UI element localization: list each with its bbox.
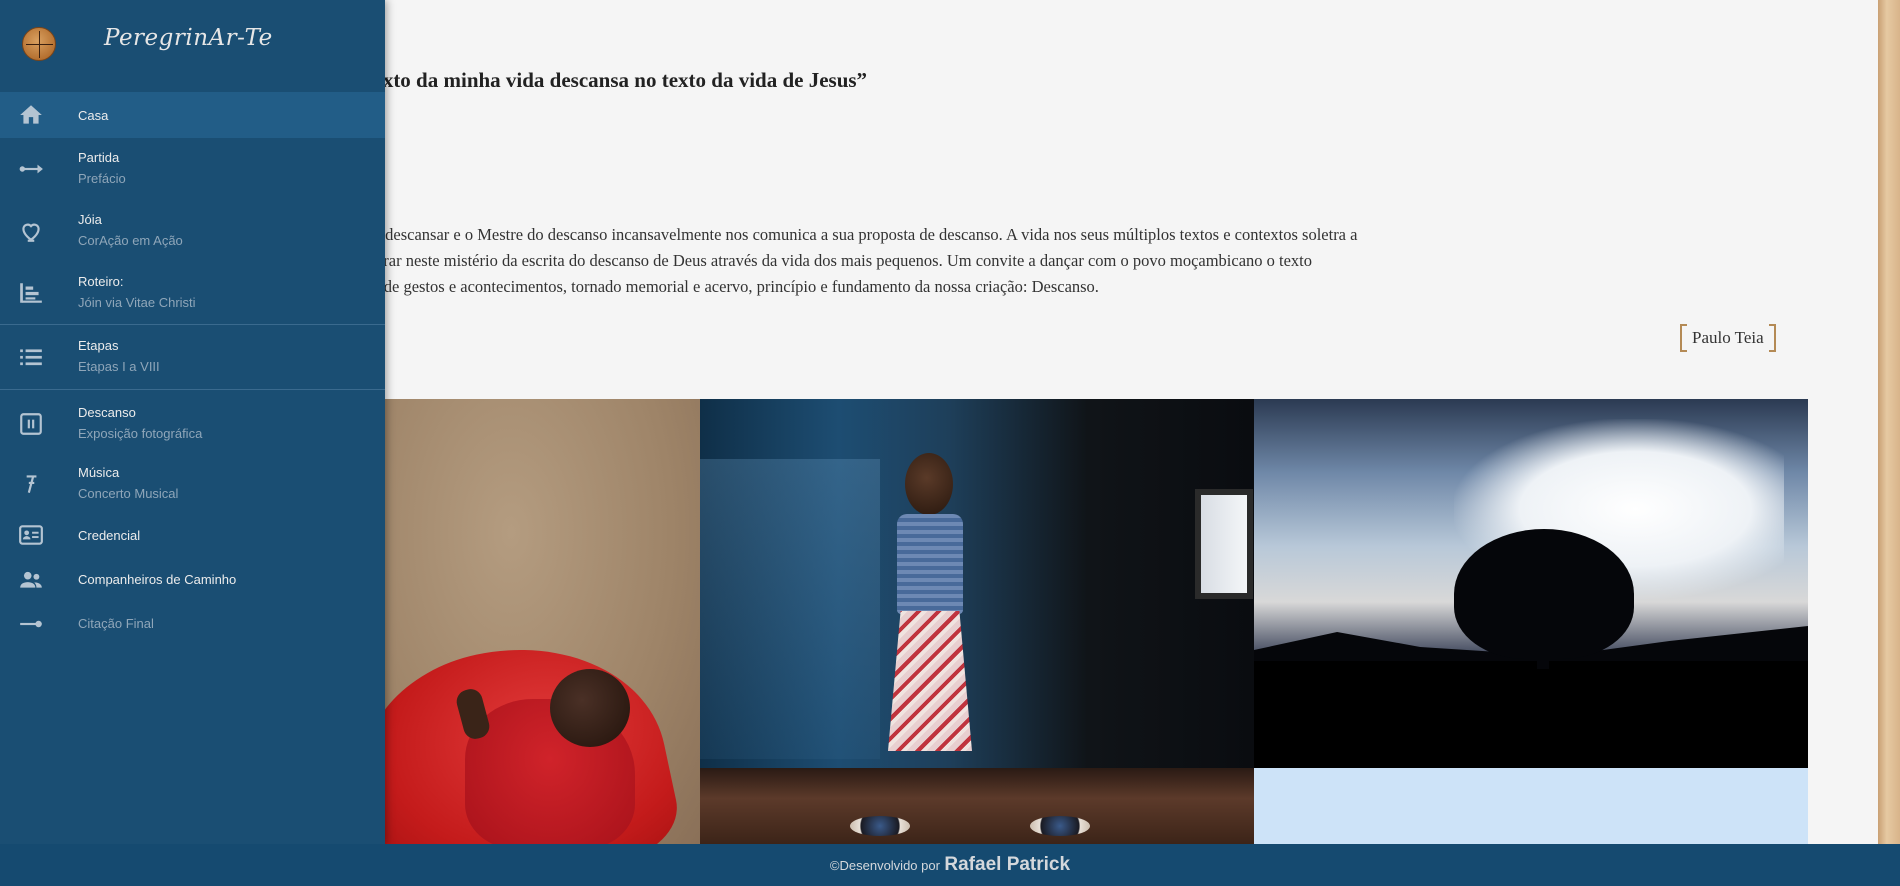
sidebar-item-sublabel: Prefácio bbox=[78, 171, 126, 186]
photo-girl-in-room[interactable] bbox=[700, 399, 1254, 768]
sidebar-item-label: Etapas bbox=[78, 338, 119, 353]
music-note-icon bbox=[18, 471, 44, 497]
people-icon bbox=[18, 567, 44, 593]
footer-credit: ©Desenvolvido por bbox=[829, 858, 940, 873]
sidebar-item-roteiro[interactable]: Roteiro: Jóin via Vitae Christi bbox=[0, 262, 385, 324]
sidebar-item-joia[interactable]: Jóia CorAção em Ação bbox=[0, 200, 385, 262]
sidebar-item-label: Casa bbox=[78, 108, 109, 123]
id-card-icon bbox=[18, 522, 44, 548]
sidebar-nav: Casa Partida Prefácio Jóia CorAção em Aç… bbox=[0, 92, 385, 646]
page-quote: o o texto da minha vida descansa no text… bbox=[385, 68, 868, 92]
photo-baby-on-blanket[interactable] bbox=[385, 399, 700, 844]
sidebar-item-label: Credencial bbox=[78, 528, 141, 543]
paragraph-line: deixou como legado. Um “Evangelho”, feit… bbox=[385, 277, 1099, 296]
sidebar-item-label: Companheiros de Caminho bbox=[78, 572, 237, 587]
photo-detail bbox=[888, 611, 972, 751]
photo-detail bbox=[1254, 661, 1808, 768]
home-icon bbox=[18, 102, 44, 128]
sidebar-item-partida[interactable]: Partida Prefácio bbox=[0, 138, 385, 200]
sidebar-item-label: Jóia bbox=[78, 212, 102, 227]
line-end-icon bbox=[18, 611, 44, 637]
footer: ©Desenvolvido por Rafael Patrick bbox=[0, 844, 1900, 886]
pause-box-icon bbox=[18, 411, 44, 437]
paragraph-line: Linguagem de descanso. Fomos criados par… bbox=[385, 225, 1358, 244]
sidebar-item-sublabel: Concerto Musical bbox=[78, 486, 179, 501]
sidebar-item-etapas[interactable]: Etapas Etapas I a VIII bbox=[0, 324, 385, 390]
sidebar: PeregrinAr-Te Casa Partida Prefácio Jóia… bbox=[0, 0, 385, 844]
arrow-line-icon bbox=[18, 156, 44, 182]
intro-paragraph-container: Linguagem de descanso. Fomos criados par… bbox=[385, 222, 1781, 308]
photo-tree-silhouette[interactable] bbox=[1254, 399, 1808, 768]
photo-detail bbox=[897, 514, 963, 614]
photo-sky[interactable] bbox=[1254, 768, 1808, 844]
parchment-edge bbox=[1878, 0, 1900, 844]
sidebar-item-label: Roteiro: bbox=[78, 274, 124, 289]
paragraph-line: nte Exposição Fotográfica é um convite a… bbox=[385, 251, 1313, 270]
sidebar-item-sublabel: CorAção em Ação bbox=[78, 233, 183, 248]
sidebar-item-sublabel: Exposição fotográfica bbox=[78, 426, 203, 441]
divider bbox=[0, 324, 385, 325]
sidebar-item-label: Música bbox=[78, 465, 120, 480]
brand[interactable]: PeregrinAr-Te bbox=[0, 0, 385, 92]
heart-icon bbox=[18, 218, 44, 244]
sidebar-item-label: Citação Final bbox=[78, 616, 154, 631]
photo-detail bbox=[850, 816, 910, 836]
sidebar-item-credencial[interactable]: Credencial bbox=[0, 514, 385, 558]
photo-detail bbox=[1537, 639, 1549, 669]
photo-detail bbox=[700, 459, 880, 759]
sidebar-item-casa[interactable]: Casa bbox=[0, 92, 385, 138]
sidebar-item-label: Partida bbox=[78, 150, 120, 165]
sidebar-item-companheiros[interactable]: Companheiros de Caminho bbox=[0, 558, 385, 602]
list-icon bbox=[18, 344, 44, 370]
sidebar-item-descanso[interactable]: Descanso Exposição fotográfica bbox=[0, 390, 385, 452]
photo-detail bbox=[905, 453, 953, 515]
quote-container: o o texto da minha vida descansa no text… bbox=[385, 60, 1585, 100]
footer-developer-link[interactable]: Rafael Patrick bbox=[944, 854, 1070, 875]
photo-face-closeup[interactable] bbox=[700, 768, 1254, 844]
compass-icon bbox=[22, 27, 56, 61]
sidebar-item-citacao-final[interactable]: Citação Final bbox=[0, 602, 385, 646]
brand-name: PeregrinAr-Te bbox=[104, 25, 273, 51]
quote-author: Paulo Teia bbox=[1680, 324, 1776, 352]
route-icon bbox=[18, 280, 44, 306]
sidebar-item-sublabel: Jóin via Vitae Christi bbox=[78, 295, 196, 310]
sidebar-item-label: Descanso bbox=[78, 405, 136, 420]
sidebar-item-musica[interactable]: Música Concerto Musical bbox=[0, 452, 385, 514]
photo-detail bbox=[550, 669, 630, 747]
intro-paragraph: Linguagem de descanso. Fomos criados par… bbox=[385, 222, 1781, 300]
sidebar-item-sublabel: Etapas I a VIII bbox=[78, 359, 160, 374]
photo-detail bbox=[1195, 489, 1253, 599]
photo-detail bbox=[1030, 816, 1090, 836]
